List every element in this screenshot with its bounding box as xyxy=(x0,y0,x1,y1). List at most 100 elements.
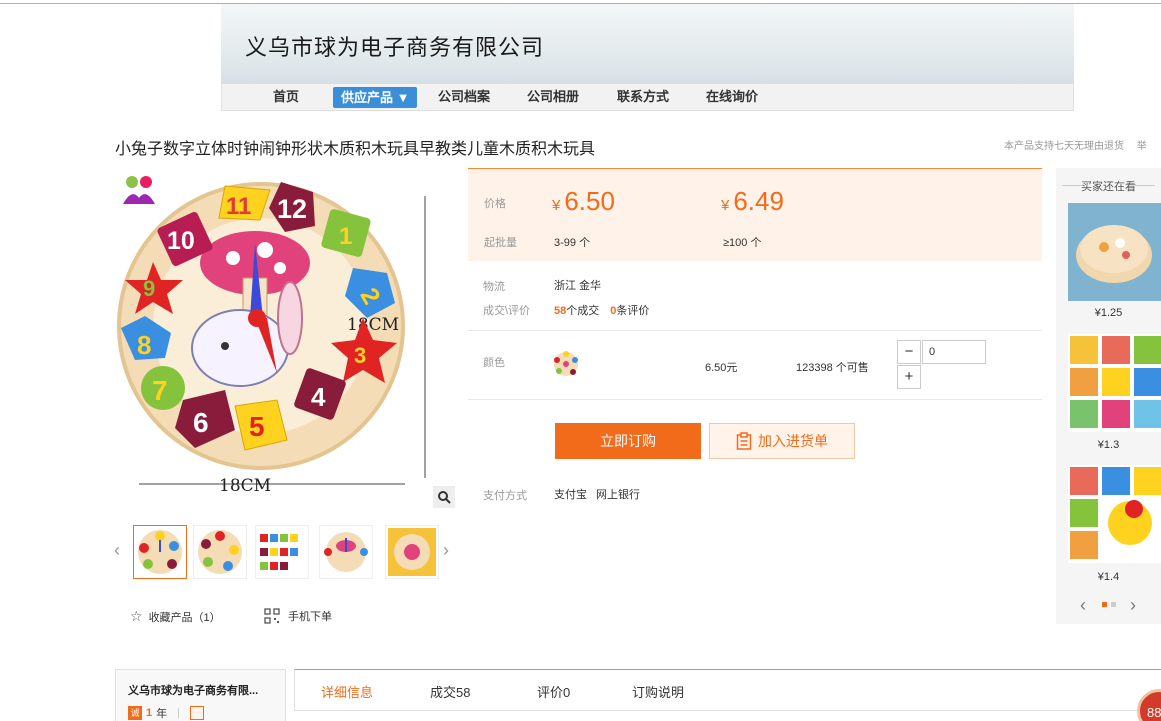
nav-products[interactable]: 供应产品 ▼ xyxy=(333,87,418,108)
thumbnail-2[interactable] xyxy=(193,525,247,579)
favorite-button[interactable]: ☆ 收藏产品（1） xyxy=(130,608,221,625)
nav-contact[interactable]: 联系方式 xyxy=(617,84,669,110)
deal-suffix: 个成交 xyxy=(566,305,600,317)
sidebar-pagination xyxy=(1102,602,1116,607)
shop-nav: 首页 供应产品 ▼ 公司档案 公司相册 联系方式 在线询价 xyxy=(221,84,1074,111)
product-title: 小兔子数字立体时钟闹钟形状木质积木玩具早教类儿童木质积木玩具 xyxy=(115,141,596,158)
svg-text:11: 11 xyxy=(226,193,251,220)
deals-value: 58个成交 0条评价 xyxy=(554,302,649,318)
sidebar-next-arrow[interactable]: › xyxy=(1130,595,1136,616)
membership-badge-icon: 诚 xyxy=(128,706,142,720)
qr-code-icon xyxy=(264,608,280,624)
thumb-next-arrow[interactable]: › xyxy=(443,540,449,561)
tab-order-notes[interactable]: 订购说明 xyxy=(632,682,684,701)
thumbnail-3[interactable] xyxy=(255,525,309,579)
membership-years: 诚 1年 | xyxy=(128,705,204,721)
svg-text:7: 7 xyxy=(152,375,168,406)
detail-tabs: 详细信息 成交58 评价0 订购说明 xyxy=(294,669,1161,711)
deal-count: 58 xyxy=(554,305,567,317)
svg-text:6: 6 xyxy=(193,407,209,438)
sidebar-product-2-image xyxy=(1068,334,1161,432)
page-dot-active[interactable] xyxy=(1102,602,1107,607)
variant-stock: 123398 个可售 xyxy=(796,362,869,374)
sidebar-product-2[interactable] xyxy=(1068,334,1161,432)
color-swatch[interactable] xyxy=(552,350,580,378)
add-to-cart-label: 加入进货单 xyxy=(758,433,828,449)
tab-details[interactable]: 详细信息 xyxy=(321,682,373,701)
page-dot[interactable] xyxy=(1111,602,1116,607)
svg-text:1: 1 xyxy=(339,223,352,250)
tab-deals[interactable]: 成交58 xyxy=(430,682,470,701)
payment-method-bank: 网上银行 xyxy=(596,489,640,501)
company-name: 义乌市球为电子商务有限公司 xyxy=(245,36,545,61)
tier2-price: ¥6.49 xyxy=(721,186,784,217)
quantity-decrease-button[interactable]: − xyxy=(897,340,921,364)
star-icon: ☆ xyxy=(130,608,143,624)
deals-label: 成交\评价 xyxy=(483,305,531,317)
sidebar-title: 买家还在看 xyxy=(1056,178,1161,194)
sidebar-prev-arrow[interactable]: ‹ xyxy=(1080,595,1086,616)
shop-banner: 义乌市球为电子商务有限公司 xyxy=(221,4,1074,84)
main-product-image[interactable]: 18CM 18CM 11 12 1 2 3 4 5 6 7 8 9 10 xyxy=(115,168,455,508)
shop-card-name[interactable]: 义乌市球为电子商务有限... xyxy=(128,682,258,698)
tier1-price: ¥6.50 xyxy=(552,186,615,217)
color-label: 颜色 xyxy=(483,357,505,369)
quantity-increase-button[interactable]: + xyxy=(897,365,921,389)
verified-icon xyxy=(189,706,204,720)
thumbnail-strip xyxy=(115,525,460,581)
thumbnail-1[interactable] xyxy=(133,525,187,579)
favorite-label: 收藏产品（1） xyxy=(148,611,221,624)
currency-symbol: ¥ xyxy=(552,197,561,214)
shop-card: 义乌市球为电子商务有限... 诚 1年 | xyxy=(115,669,286,721)
svg-text:3: 3 xyxy=(354,343,366,368)
brand-logo-icon xyxy=(123,176,155,204)
tier1-range: 3-99 个 xyxy=(554,237,591,249)
buy-now-button[interactable]: 立即订购 xyxy=(555,423,701,459)
color-swatch-image xyxy=(554,351,578,376)
nav-inquiry[interactable]: 在线询价 xyxy=(706,84,758,110)
years-count: 1 xyxy=(146,707,153,719)
years-suffix: 年 xyxy=(156,708,168,720)
sidebar-product-2-price: ¥1.3 xyxy=(1097,439,1120,451)
zoom-button[interactable] xyxy=(433,486,455,508)
logistics-value: 浙江 金华 xyxy=(554,280,602,292)
logistics-label: 物流 xyxy=(483,281,505,293)
report-link[interactable]: 举 xyxy=(1137,141,1147,152)
section-divider xyxy=(468,330,1042,331)
payment-method-alipay: 支付宝 xyxy=(554,489,587,501)
separator: | xyxy=(177,707,180,719)
quantity-input[interactable]: 0 xyxy=(922,340,986,364)
also-viewed-sidebar: 买家还在看 ¥1.25 ¥1.3 ¥1.4 ‹ › xyxy=(1056,168,1161,624)
sidebar-product-3-price: ¥1.4 xyxy=(1097,571,1120,583)
clipboard-icon xyxy=(736,432,752,450)
svg-text:4: 4 xyxy=(311,382,326,412)
nav-company-album[interactable]: 公司相册 xyxy=(527,84,579,110)
currency-symbol: ¥ xyxy=(721,197,730,214)
mobile-order-button[interactable]: 手机下单 xyxy=(264,608,332,624)
nav-home[interactable]: 首页 xyxy=(273,84,299,110)
moq-label: 起批量 xyxy=(484,237,517,249)
tier2-price-value: 6.49 xyxy=(733,186,784,216)
sidebar-product-3-image xyxy=(1068,465,1161,563)
sidebar-product-1-price: ¥1.25 xyxy=(1094,307,1123,319)
sidebar-product-1-image xyxy=(1068,203,1161,301)
tab-reviews[interactable]: 评价0 xyxy=(537,682,570,701)
svg-text:9: 9 xyxy=(143,276,155,301)
svg-text:10: 10 xyxy=(167,227,195,255)
price-box: 价格 ¥6.50 ¥6.49 起批量 3-99 个 ≥100 个 xyxy=(468,168,1042,261)
sidebar-product-1[interactable] xyxy=(1068,203,1161,301)
add-to-cart-button[interactable]: 加入进货单 xyxy=(709,423,855,459)
mobile-order-label: 手机下单 xyxy=(288,611,332,623)
section-divider xyxy=(468,399,1042,400)
svg-text:18CM: 18CM xyxy=(219,476,271,496)
tier1-price-value: 6.50 xyxy=(564,186,615,216)
return-promise: 本产品支持七天无理由退货 举 xyxy=(1004,137,1147,152)
thumbnail-5[interactable] xyxy=(385,525,439,579)
thumbnail-4[interactable] xyxy=(319,525,373,579)
svg-text:8: 8 xyxy=(137,330,151,360)
sidebar-product-3[interactable] xyxy=(1068,465,1161,563)
svg-text:5: 5 xyxy=(249,411,265,442)
nav-company-profile[interactable]: 公司档案 xyxy=(438,84,490,110)
tier2-range: ≥100 个 xyxy=(723,237,762,249)
svg-text:18CM: 18CM xyxy=(347,315,399,335)
